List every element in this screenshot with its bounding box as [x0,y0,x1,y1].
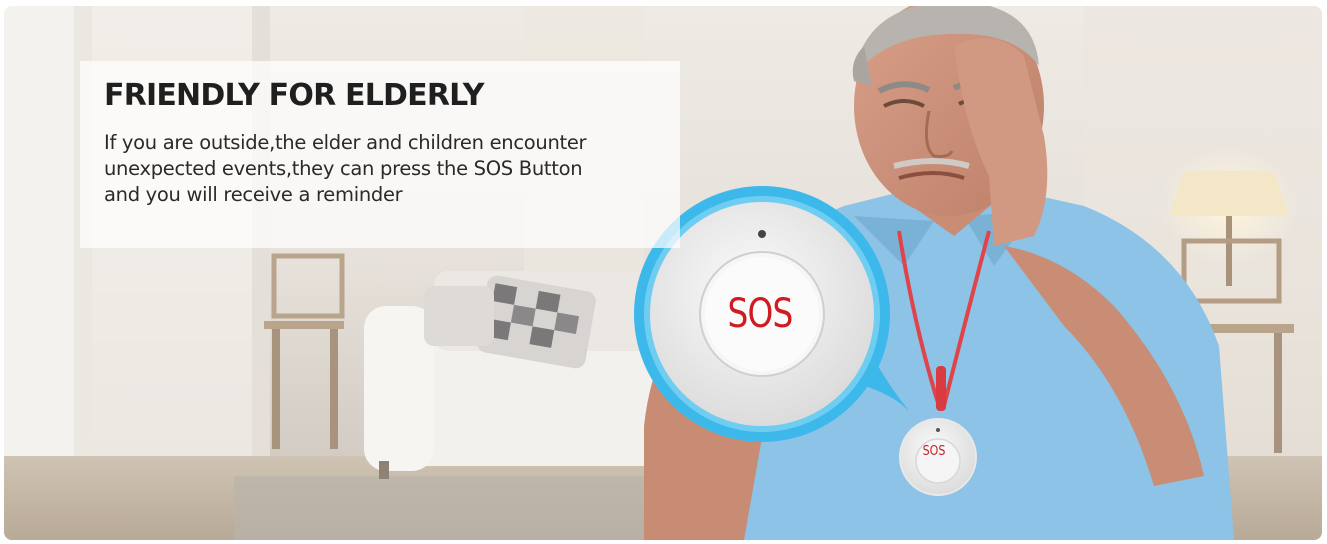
description-line: and you will receive a reminder [104,183,403,206]
lamp-shade [1169,171,1289,216]
description: If you are outside,the elder and childre… [104,130,624,208]
pendant-sos-label: SOS [922,443,946,459]
large-sos-label: SOS [727,291,793,337]
indicator-light [758,230,766,238]
description-line: If you are outside,the elder and childre… [104,131,587,154]
headline: FRIENDLY FOR ELDERLY [104,78,484,113]
description-line: unexpected events,they can press the SOS… [104,157,583,180]
